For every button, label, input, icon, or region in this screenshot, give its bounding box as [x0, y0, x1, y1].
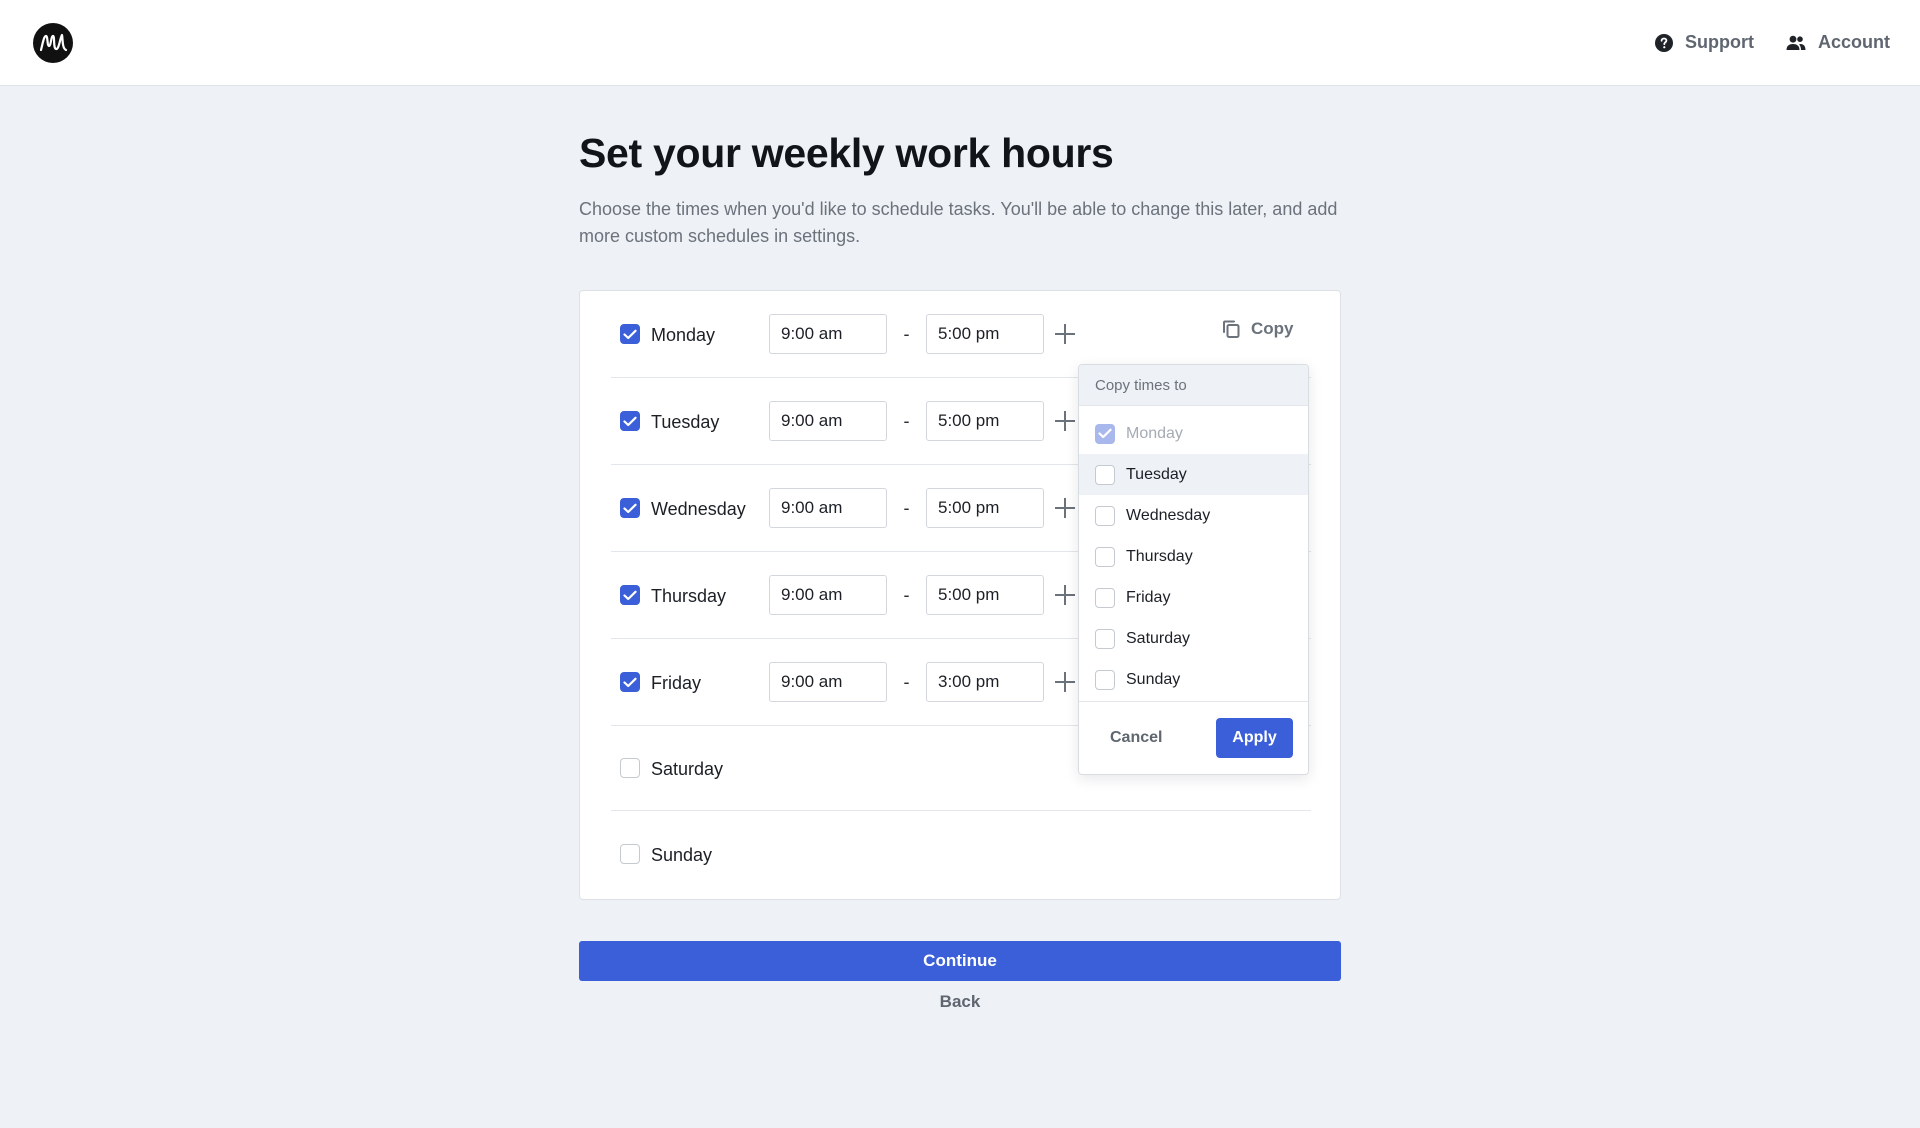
- start-time-input[interactable]: 9:00 am: [769, 575, 887, 615]
- time-separator: -: [903, 323, 910, 344]
- continue-button[interactable]: Continue: [579, 941, 1341, 981]
- copy-option-monday: Monday: [1079, 413, 1308, 454]
- add-time-range-icon[interactable]: [1055, 411, 1075, 431]
- help-circle-icon: [1655, 33, 1673, 52]
- add-time-range-icon[interactable]: [1055, 585, 1075, 605]
- option-label: Monday: [1126, 424, 1183, 442]
- copy-option-sunday[interactable]: Sunday: [1079, 659, 1308, 700]
- top-bar: Support Account: [0, 0, 1920, 86]
- logo-glyph-icon: [39, 33, 68, 51]
- option-checkbox[interactable]: [1095, 669, 1115, 690]
- option-checkbox[interactable]: [1095, 587, 1115, 608]
- end-time-input[interactable]: 5:00 pm: [926, 401, 1044, 441]
- copy-option-thursday[interactable]: Thursday: [1079, 536, 1308, 577]
- option-checkbox[interactable]: [1095, 628, 1115, 649]
- copy-option-tuesday[interactable]: Tuesday: [1079, 454, 1308, 495]
- add-time-range-icon[interactable]: [1055, 498, 1075, 518]
- start-time-input[interactable]: 9:00 am: [769, 488, 887, 528]
- day-label: Saturday: [651, 758, 724, 779]
- start-time-input[interactable]: 9:00 am: [769, 662, 887, 702]
- day-label: Sunday: [651, 844, 713, 865]
- app-logo[interactable]: [33, 22, 73, 63]
- end-time-input[interactable]: 5:00 pm: [926, 575, 1044, 615]
- day-row-sunday: Sunday: [611, 811, 1311, 897]
- dropdown-options: Monday Tuesday Wednesday Thursday Friday…: [1079, 406, 1308, 700]
- option-label: Wednesday: [1126, 506, 1211, 524]
- copy-option-saturday[interactable]: Saturday: [1079, 618, 1308, 659]
- option-label: Tuesday: [1126, 465, 1187, 483]
- day-checkbox-thursday[interactable]: [620, 585, 640, 605]
- account-link[interactable]: Account: [1786, 32, 1890, 53]
- option-checkbox[interactable]: [1095, 464, 1115, 485]
- top-nav: Support Account: [1655, 32, 1890, 53]
- check-icon: [1098, 428, 1112, 439]
- dropdown-heading: Copy times to: [1079, 365, 1308, 406]
- day-checkbox-saturday[interactable]: [620, 758, 640, 778]
- day-label: Wednesday: [651, 498, 746, 519]
- support-label: Support: [1685, 32, 1754, 52]
- time-separator: -: [903, 584, 910, 605]
- option-label: Friday: [1126, 588, 1171, 606]
- time-separator: -: [903, 497, 910, 518]
- time-separator: -: [903, 410, 910, 431]
- option-checkbox[interactable]: [1095, 546, 1115, 567]
- day-checkbox-sunday[interactable]: [620, 844, 640, 864]
- start-time-input[interactable]: 9:00 am: [769, 314, 887, 354]
- dropdown-footer: Cancel Apply: [1079, 701, 1308, 774]
- check-icon: [623, 590, 637, 600]
- page-subtitle: Choose the times when you'd like to sche…: [579, 199, 1338, 246]
- check-icon: [623, 677, 637, 687]
- day-checkbox-friday[interactable]: [620, 672, 640, 692]
- time-separator: -: [903, 671, 910, 692]
- cancel-button[interactable]: Cancel: [1110, 729, 1162, 747]
- option-label: Sunday: [1126, 670, 1181, 688]
- day-checkbox-wednesday[interactable]: [620, 498, 640, 518]
- copy-option-friday[interactable]: Friday: [1079, 577, 1308, 618]
- add-time-range-icon[interactable]: [1055, 672, 1075, 692]
- end-time-input[interactable]: 5:00 pm: [926, 314, 1044, 354]
- check-icon: [623, 329, 637, 339]
- account-label: Account: [1818, 32, 1890, 52]
- check-icon: [623, 503, 637, 513]
- day-label: Thursday: [651, 585, 727, 606]
- day-checkbox-monday[interactable]: [620, 324, 640, 344]
- end-time-input[interactable]: 5:00 pm: [926, 488, 1044, 528]
- option-label: Thursday: [1126, 547, 1193, 565]
- users-icon: [1786, 35, 1806, 50]
- add-time-range-icon[interactable]: [1055, 324, 1075, 344]
- day-label: Monday: [651, 324, 716, 345]
- page-title: Set your weekly work hours: [579, 130, 1114, 176]
- copy-option-wednesday[interactable]: Wednesday: [1079, 495, 1308, 536]
- start-time-input[interactable]: 9:00 am: [769, 401, 887, 441]
- copy-times-dropdown: Copy times to Monday Tuesday Wednesday T…: [1078, 364, 1309, 775]
- option-checkbox: [1095, 423, 1115, 444]
- option-label: Saturday: [1126, 629, 1191, 647]
- option-checkbox[interactable]: [1095, 505, 1115, 526]
- support-link[interactable]: Support: [1655, 32, 1754, 53]
- apply-button[interactable]: Apply: [1216, 718, 1293, 758]
- day-label: Tuesday: [651, 411, 720, 432]
- day-checkbox-tuesday[interactable]: [620, 411, 640, 431]
- day-label: Friday: [651, 672, 702, 693]
- end-time-input[interactable]: 3:00 pm: [926, 662, 1044, 702]
- check-icon: [623, 416, 637, 426]
- back-link[interactable]: Back: [579, 992, 1341, 1012]
